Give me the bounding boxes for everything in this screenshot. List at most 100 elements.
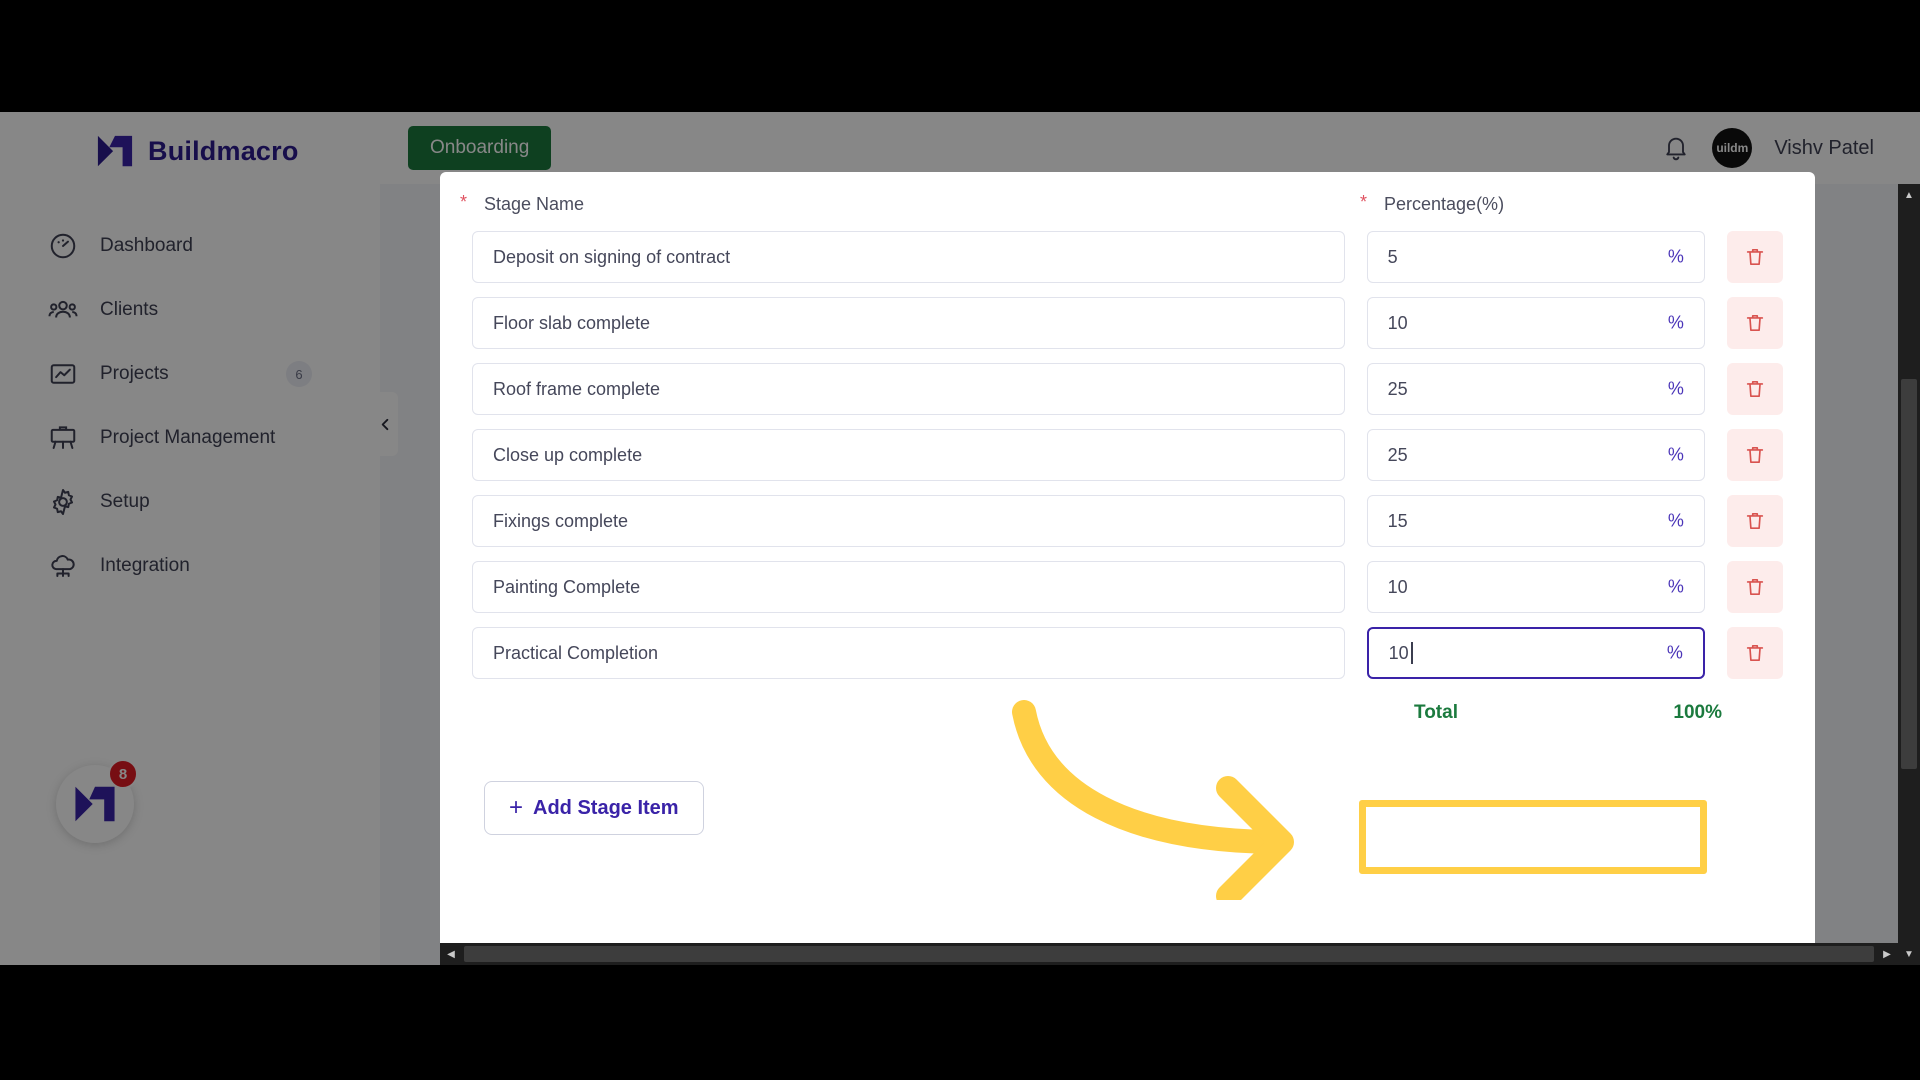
percent-sign: %: [1667, 312, 1684, 333]
sidebar-item-label: Dashboard: [100, 235, 193, 256]
stage-item-rows: Deposit on signing of contract 5 % Floor…: [472, 231, 1783, 679]
sidebar-item-projects[interactable]: Projects 6: [0, 342, 380, 406]
avatar[interactable]: uildm: [1712, 128, 1753, 168]
sidebar-item-label: Integration: [100, 555, 190, 576]
required-asterisk: *: [1360, 192, 1368, 212]
chevron-left-icon: [381, 418, 388, 430]
sidebar-item-project-management[interactable]: Project Management: [0, 406, 380, 470]
application-viewport: Buildmacro Dashboard Clients Projects 6 …: [0, 112, 1920, 965]
onboarding-button[interactable]: Onboarding: [408, 126, 552, 170]
percentage-input[interactable]: 5 %: [1366, 231, 1705, 283]
percentage-input-focused[interactable]: 10 %: [1366, 627, 1705, 679]
project-management-icon: [48, 423, 78, 453]
sidebar: Buildmacro Dashboard Clients Projects 6 …: [0, 112, 380, 965]
stage-name-input[interactable]: Fixings complete: [472, 495, 1345, 547]
percent-sign: %: [1667, 246, 1684, 267]
stage-name-input[interactable]: Painting Complete: [472, 561, 1345, 613]
delete-row-button[interactable]: [1726, 429, 1783, 481]
buildmacro-logo-icon: [96, 134, 134, 168]
column-header-label: Percentage(%): [1384, 194, 1505, 214]
delete-row-button[interactable]: [1726, 561, 1783, 613]
horizontal-scrollbar[interactable]: ◀ ▶: [440, 943, 1898, 965]
percentage-input[interactable]: 10 %: [1366, 297, 1705, 349]
table-row: Floor slab complete 10 %: [472, 297, 1783, 349]
sidebar-nav: Dashboard Clients Projects 6 Project Man…: [0, 214, 380, 598]
percentage-input[interactable]: 25 %: [1366, 429, 1705, 481]
table-row-active: Practical Completion 10 %: [472, 627, 1783, 679]
sidebar-item-integration[interactable]: Integration: [0, 534, 380, 598]
scroll-right-arrow[interactable]: ▶: [1876, 943, 1898, 965]
delete-row-button[interactable]: [1726, 363, 1783, 415]
delete-row-button[interactable]: [1726, 297, 1783, 349]
sidebar-collapse-toggle[interactable]: [372, 392, 398, 456]
total-label: Total: [1414, 702, 1458, 723]
brand-name: Buildmacro: [148, 135, 299, 166]
screenshot-root: Buildmacro Dashboard Clients Projects 6 …: [0, 0, 1920, 1080]
stage-name-input[interactable]: Practical Completion: [472, 627, 1345, 679]
percentage-input[interactable]: 15 %: [1366, 495, 1705, 547]
text-caret: [1410, 642, 1413, 664]
brand-logo[interactable]: Buildmacro: [0, 112, 380, 168]
delete-row-button[interactable]: [1726, 495, 1783, 547]
percentage-value: 15: [1387, 510, 1408, 531]
dashboard-icon: [48, 231, 78, 261]
clients-icon: [48, 295, 78, 325]
vertical-scrollbar[interactable]: ▲ ▼: [1898, 184, 1920, 965]
percent-sign: %: [1666, 642, 1683, 663]
percentage-input[interactable]: 10 %: [1366, 561, 1705, 613]
table-row: Close up complete 25 %: [472, 429, 1783, 481]
scroll-up-arrow[interactable]: ▲: [1898, 184, 1920, 206]
delete-row-button[interactable]: [1726, 231, 1783, 283]
column-header-label: Stage Name: [484, 194, 585, 214]
chat-support-fab[interactable]: 8: [56, 759, 138, 843]
table-row: Fixings complete 15 %: [472, 495, 1783, 547]
percentage-input[interactable]: 25 %: [1366, 363, 1705, 415]
scroll-left-arrow[interactable]: ◀: [440, 943, 462, 965]
delete-row-button[interactable]: [1726, 627, 1783, 679]
trash-icon: [1746, 579, 1764, 595]
percent-sign: %: [1667, 576, 1684, 597]
percentage-value: 25: [1387, 378, 1408, 399]
percent-sign: %: [1667, 378, 1684, 399]
total-value: 100%: [1673, 702, 1722, 723]
add-stage-item-button[interactable]: + Add Stage Item: [484, 781, 704, 835]
sidebar-item-label: Clients: [100, 299, 159, 320]
sidebar-item-label: Setup: [100, 491, 150, 512]
vertical-scroll-thumb[interactable]: [1901, 379, 1917, 769]
column-header-percentage: * Percentage(%): [1360, 192, 1732, 215]
column-header-stage-name: * Stage Name: [460, 192, 1372, 215]
user-name[interactable]: Vishv Patel: [1774, 137, 1874, 160]
buildmacro-logo-icon: [75, 786, 115, 822]
notification-bell-icon[interactable]: [1662, 134, 1690, 162]
table-row: Painting Complete 10 %: [472, 561, 1783, 613]
topbar-right-cluster: uildm Vishv Patel: [1662, 128, 1920, 168]
table-row: Roof frame complete 25 %: [472, 363, 1783, 415]
stage-name-input[interactable]: Floor slab complete: [472, 297, 1345, 349]
percentage-value: 10: [1387, 576, 1408, 597]
add-stage-item-label: Add Stage Item: [533, 796, 679, 819]
percent-sign: %: [1667, 444, 1684, 465]
sidebar-item-label: Project Management: [100, 427, 276, 448]
sidebar-item-dashboard[interactable]: Dashboard: [0, 214, 380, 278]
total-box: Total 100%: [1394, 693, 1742, 733]
total-row: Total 100%: [472, 693, 1783, 733]
percentage-value: 10: [1387, 312, 1408, 333]
percentage-value: 25: [1387, 444, 1408, 465]
integration-cloud-icon: [48, 551, 78, 581]
required-asterisk: *: [460, 192, 468, 212]
scroll-down-arrow[interactable]: ▼: [1898, 943, 1920, 965]
trash-icon: [1746, 315, 1764, 331]
stage-name-input[interactable]: Close up complete: [472, 429, 1345, 481]
horizontal-scroll-thumb[interactable]: [464, 946, 1874, 962]
sidebar-item-clients[interactable]: Clients: [0, 278, 380, 342]
chat-unread-badge: 8: [108, 759, 138, 789]
stage-name-input[interactable]: Deposit on signing of contract: [472, 231, 1345, 283]
stage-name-input[interactable]: Roof frame complete: [472, 363, 1345, 415]
column-headers: * Stage Name * Percentage(%): [460, 192, 1783, 215]
sidebar-item-setup[interactable]: Setup: [0, 470, 380, 534]
percent-sign: %: [1667, 510, 1684, 531]
table-row: Deposit on signing of contract 5 %: [472, 231, 1783, 283]
stage-items-body: * Stage Name * Percentage(%) Deposit on …: [440, 172, 1815, 835]
sidebar-item-label: Projects: [100, 363, 169, 384]
projects-icon: [48, 359, 78, 389]
